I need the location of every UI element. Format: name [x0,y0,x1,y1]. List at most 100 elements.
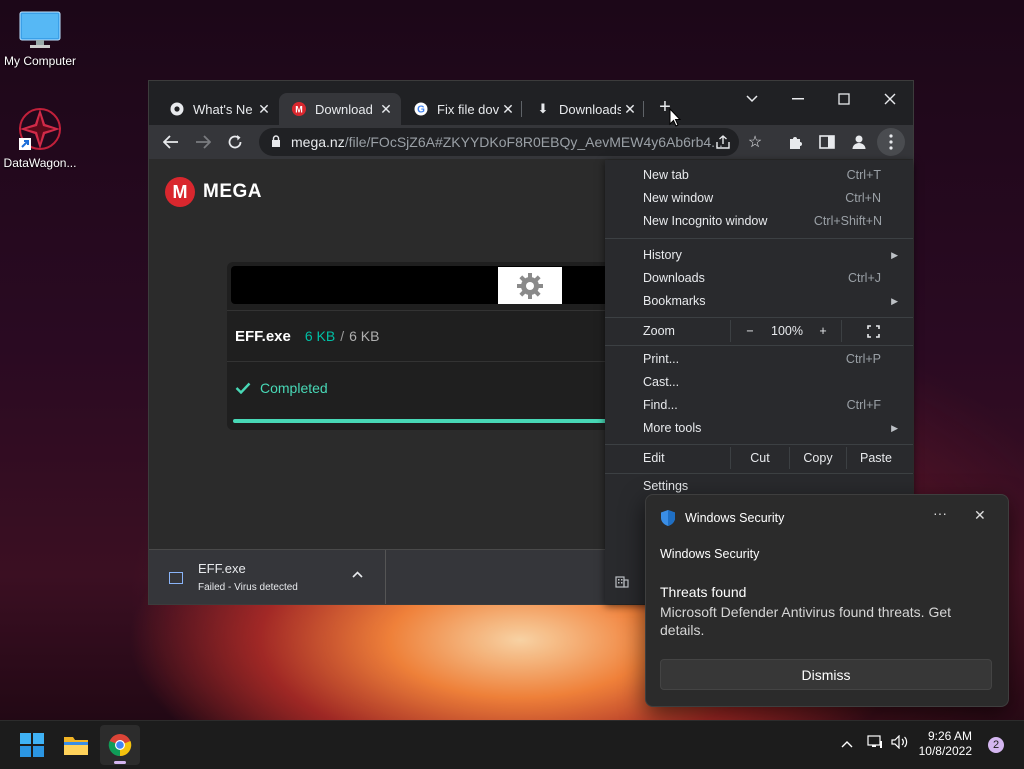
download-status-text: Failed - Virus detected [198,582,298,593]
monitor-icon [19,11,61,48]
submenu-arrow-icon: ▶ [891,249,898,260]
fullscreen-icon[interactable] [842,320,904,342]
volume-icon[interactable] [891,734,909,752]
copy-button[interactable]: Copy [790,447,846,469]
submenu-arrow-icon: ▶ [891,422,898,433]
notification-app-name: Windows Security [685,511,785,525]
edit-label: Edit [643,451,665,465]
tab-title: What's Ne [193,101,253,117]
cut-button[interactable]: Cut [731,447,789,469]
mega-logo-icon: M [165,177,195,207]
dismiss-button[interactable]: Dismiss [660,659,992,690]
menu-separator [605,345,913,346]
mega-logo[interactable]: M MEGA [165,177,262,207]
tab-close-icon[interactable]: ✕ [499,101,517,118]
zoom-out-button[interactable]: − [731,320,769,342]
menu-item-new-tab[interactable]: New tab Ctrl+T [605,164,913,186]
clock-time: 9:26 AM [927,729,972,743]
more-options-icon[interactable]: ··· [933,505,947,521]
chrome-taskbar-icon[interactable] [100,725,140,765]
checkmark-icon [235,382,251,394]
paste-button[interactable]: Paste [847,447,905,469]
menu-item-bookmarks[interactable]: Bookmarks ▶ [605,290,913,312]
download-progress-bar [233,419,663,423]
menu-item-downloads[interactable]: Downloads Ctrl+J [605,267,913,289]
chevron-up-tray-icon[interactable] [841,735,853,751]
managed-building-icon [615,574,629,591]
size-separator: / [340,328,345,344]
menu-separator [605,317,913,318]
url-path: /file/FOcSjZ6A#ZKYYDKoF8R0EBQy_AevMEW4y6… [344,134,723,150]
notification-body: Microsoft Defender Antivirus found threa… [660,604,952,638]
back-arrow-icon[interactable] [157,128,185,156]
chrome-menu-kebab-icon[interactable] [877,128,905,156]
tab-close-icon[interactable]: ✕ [377,101,395,118]
close-notification-icon[interactable]: ✕ [974,507,986,524]
menu-item-more-tools[interactable]: More tools ▶ [605,417,913,439]
taskbar-clock[interactable]: 9:26 AM 10/8/2022 [912,729,972,759]
menu-item-new-window[interactable]: New window Ctrl+N [605,187,913,209]
file-icon [169,572,183,584]
tab-mega-download[interactable]: M Download ✕ [279,93,401,125]
desktop-icon-datawagon[interactable]: DataWagon... [0,106,80,170]
download-item[interactable]: EFF.exe Failed - Virus detected [149,550,386,604]
file-explorer-folder-icon[interactable] [56,725,96,765]
url-host: mega.nz [291,134,345,150]
menu-separator [605,444,913,445]
download-icon: ⬇ [537,101,549,116]
svg-text:M: M [295,105,303,115]
download-file-name: EFF.exe [198,561,246,576]
tab-search-chevron-icon[interactable] [729,85,775,113]
chrome-icon [169,101,185,117]
desktop-icon-my-computer[interactable]: My Computer [0,10,80,68]
mega-logo-text: MEGA [203,181,262,202]
menu-item-find[interactable]: Find... Ctrl+F [605,394,913,416]
menu-item-cast[interactable]: Cast... [605,371,913,393]
download-progress-fill [233,419,663,423]
datawagon-shortcut-icon [19,108,61,150]
menu-item-print[interactable]: Print... Ctrl+P [605,348,913,370]
share-icon[interactable] [709,128,737,156]
menu-separator [605,238,913,239]
zoom-value: 100% [771,324,803,338]
maximize-button[interactable] [821,85,867,113]
network-icon[interactable] [867,735,883,752]
tab-fix-file[interactable]: G Fix file dov ✕ [401,93,519,125]
gear-icon [498,267,562,304]
file-info-row: EFF.exe 6 KB / 6 KB [227,310,667,362]
start-windows-icon[interactable] [12,725,52,765]
download-card: EFF.exe 6 KB / 6 KB Completed [227,262,667,430]
tab-close-icon[interactable]: ✕ [255,101,273,118]
downloaded-size: 6 KB [304,328,336,344]
menu-item-history[interactable]: History ▶ [605,244,913,266]
notification-count-badge[interactable]: 2 [988,737,1004,753]
chevron-up-icon[interactable] [352,566,363,581]
minimize-button[interactable] [775,85,821,113]
google-icon: G [413,101,429,117]
tab-separator [521,101,522,117]
tab-downloads[interactable]: ⬇ Downloads ✕ [523,93,639,125]
extensions-puzzle-icon[interactable] [781,128,809,156]
tab-whats-new[interactable]: What's Ne ✕ [157,93,277,125]
menu-item-new-incognito[interactable]: New Incognito window Ctrl+Shift+N [605,210,913,232]
profile-avatar-icon[interactable] [845,128,873,156]
address-bar[interactable]: mega.nz /file/FOcSjZ6A#ZKYYDKoF8R0EBQy_A… [259,128,739,156]
zoom-in-button[interactable]: + [805,320,841,342]
reload-icon[interactable] [221,128,249,156]
bookmark-star-icon[interactable]: ☆ [741,128,769,156]
file-name: EFF.exe [235,327,291,345]
tab-title: Downloads [559,101,621,117]
tab-close-icon[interactable]: ✕ [621,101,639,118]
submenu-arrow-icon: ▶ [891,295,898,306]
tab-title: Fix file dov [437,101,499,117]
lock-icon [271,134,281,150]
mega-icon: M [291,101,307,117]
taskbar: 9:26 AM 10/8/2022 2 [0,720,1024,769]
windows-security-notification[interactable]: Windows Security ··· ✕ Windows Security … [645,494,1009,707]
forward-arrow-icon[interactable] [189,128,217,156]
notification-header: Windows Security [660,509,784,527]
mouse-cursor-icon [669,108,682,127]
zoom-row: Zoom − 100% + [605,320,913,342]
side-panel-icon[interactable] [813,128,841,156]
close-window-button[interactable] [867,85,913,113]
